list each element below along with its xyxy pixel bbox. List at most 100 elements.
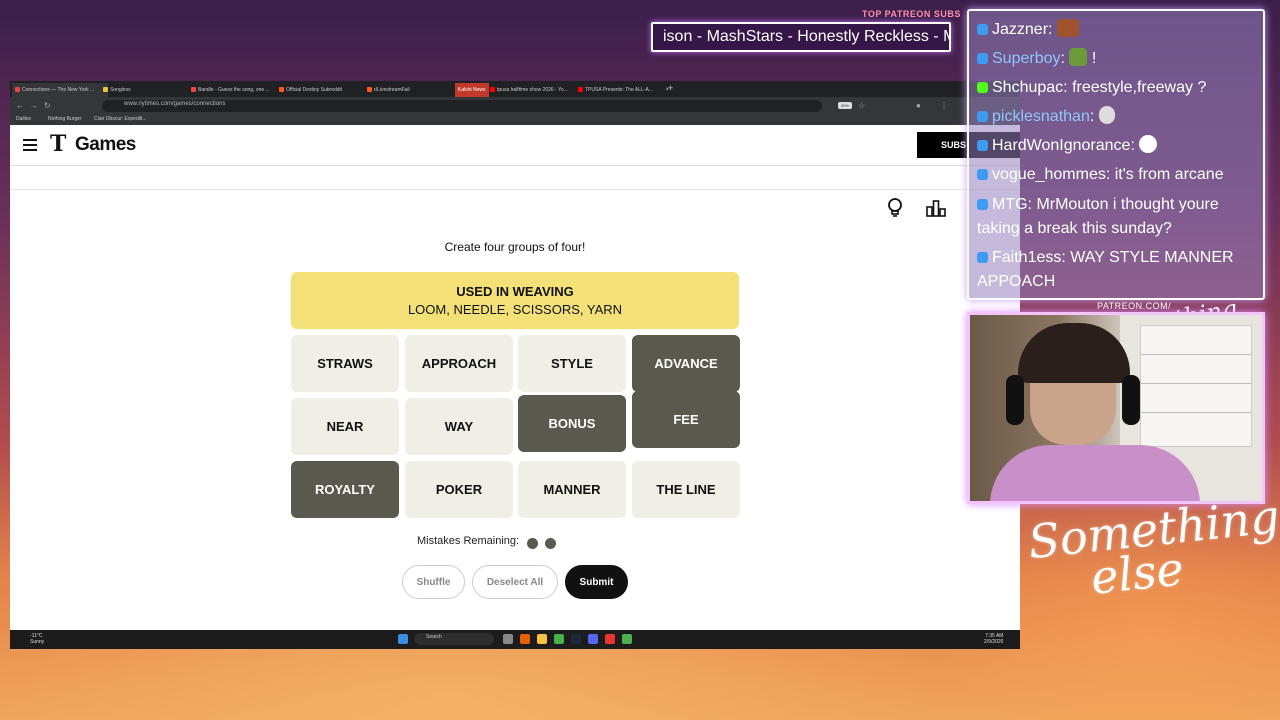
word-card-the-line[interactable]: THE LINE bbox=[632, 461, 740, 518]
twitch-badge-icon bbox=[977, 252, 988, 263]
tab-favicon bbox=[191, 87, 196, 92]
reload-icon[interactable]: ↻ bbox=[44, 101, 51, 110]
app-icon[interactable] bbox=[554, 634, 564, 644]
twitch-badge-icon bbox=[977, 24, 988, 35]
mistake-dot bbox=[527, 538, 538, 549]
chat-username: picklesnathan bbox=[992, 108, 1090, 125]
headphone-right bbox=[1122, 375, 1140, 425]
tab-favicon bbox=[279, 87, 284, 92]
word-card-approach[interactable]: APPROACH bbox=[405, 335, 513, 392]
chat-message-cont: taking a break this sunday? bbox=[977, 220, 1172, 237]
twitch-badge-icon bbox=[977, 111, 988, 122]
tab-label: tpusa halftime show 2026 - Yo... bbox=[497, 87, 568, 93]
stats-icon[interactable] bbox=[926, 199, 946, 217]
chat-username: Jazzner bbox=[992, 21, 1049, 38]
word-card-near[interactable]: NEAR bbox=[291, 398, 399, 455]
bookmark-nothing-burger[interactable]: Nothing Burger bbox=[48, 116, 82, 122]
chat-username: Superboy bbox=[992, 50, 1061, 67]
tab-livestreamfail[interactable]: r/LivestreamFail× bbox=[364, 83, 460, 97]
twitch-badge-icon bbox=[977, 53, 988, 64]
task-view-icon[interactable] bbox=[503, 634, 513, 644]
chat-username: Shchupac bbox=[992, 79, 1064, 96]
tab-songless[interactable]: Songless× bbox=[100, 83, 196, 97]
forward-icon[interactable]: → bbox=[30, 101, 38, 110]
twitch-badge-icon bbox=[977, 169, 988, 180]
streamer-body bbox=[990, 445, 1200, 501]
word-card-way[interactable]: WAY bbox=[405, 398, 513, 455]
word-card-straws[interactable]: STRAWS bbox=[291, 335, 399, 392]
app-icon[interactable] bbox=[605, 634, 615, 644]
chat-message: MTG: MrMouton i thought youre bbox=[977, 193, 1219, 217]
firefox-icon[interactable] bbox=[520, 634, 530, 644]
ticker-text: ison - MashStars - Honestly Reckless - M… bbox=[663, 28, 951, 45]
stream-chat-overlay: Jazzner: Superboy: ! Shchupac: freestyle… bbox=[967, 9, 1265, 300]
word-card-bonus[interactable]: BONUS bbox=[518, 395, 626, 452]
game-prompt: Create four groups of four! bbox=[444, 240, 586, 254]
deselect-all-button[interactable]: Deselect All bbox=[472, 565, 558, 599]
word-card-manner[interactable]: MANNER bbox=[518, 461, 626, 518]
chat-message: Faith1ess: WAY STYLE MANNER bbox=[977, 246, 1234, 270]
emote-icon bbox=[1139, 135, 1158, 153]
tab-label: Kalshi News bbox=[458, 87, 486, 93]
address-bar-row: ← → ↻ www.nytimes.com/games/connections … bbox=[10, 97, 1020, 115]
submit-button[interactable]: Submit bbox=[565, 565, 628, 599]
star-icon[interactable]: ☆ bbox=[858, 101, 865, 110]
webcam-dresser bbox=[1140, 325, 1252, 447]
patreon-subs-label: TOP PATREON SUBS bbox=[862, 9, 961, 19]
hint-bulb-icon[interactable] bbox=[887, 198, 903, 218]
tab-label: r/LivestreamFail bbox=[374, 87, 410, 93]
mistake-dot bbox=[545, 538, 556, 549]
hamburger-menu-icon[interactable] bbox=[23, 139, 37, 151]
tab-tpusa-presents[interactable]: TPUSA Presents: The ALL-A... × bbox=[575, 83, 671, 97]
games-logo-text[interactable]: Games bbox=[75, 134, 136, 156]
bookmark-clair-obscur[interactable]: Clair Obscur: Expediti... bbox=[94, 116, 147, 122]
solved-group-yellow: USED IN WEAVING LOOM, NEEDLE, SCISSORS, … bbox=[291, 272, 739, 329]
subheader-strip bbox=[10, 166, 1020, 190]
mistakes-label: Mistakes Remaining: bbox=[417, 535, 520, 547]
url-field[interactable]: www.nytimes.com/games/connections bbox=[102, 100, 822, 112]
file-explorer-icon[interactable] bbox=[537, 634, 547, 644]
extension-icon[interactable]: ● bbox=[916, 101, 921, 110]
chat-message: picklesnathan: bbox=[977, 105, 1115, 129]
zoom-badge[interactable]: 90% bbox=[838, 102, 852, 109]
tab-favicon bbox=[103, 87, 108, 92]
tab-kalshi[interactable]: Kalshi News bbox=[455, 83, 489, 97]
bookmark-dailies[interactable]: Dailies bbox=[16, 116, 31, 122]
taskbar-search[interactable]: Search bbox=[414, 633, 494, 645]
windows-taskbar: -11°C Sunny Search 7:35 AM 2/9/2026 bbox=[10, 630, 1020, 649]
tab-tpusa-halftime[interactable]: tpusa halftime show 2026 - Yo...× bbox=[487, 83, 583, 97]
tab-favicon bbox=[578, 87, 583, 92]
chat-text: WAY STYLE MANNER bbox=[1070, 249, 1234, 266]
word-card-fee[interactable]: FEE bbox=[632, 391, 740, 448]
word-card-style[interactable]: STYLE bbox=[518, 335, 626, 392]
kick-badge-icon bbox=[977, 82, 988, 93]
weather-widget[interactable]: -11°C Sunny bbox=[30, 633, 44, 645]
taskbar-clock[interactable]: 7:35 AM 2/9/2026 bbox=[984, 633, 1003, 645]
nyt-games-header: T Games SUBS bbox=[10, 125, 1020, 166]
new-tab-icon[interactable]: + bbox=[668, 83, 673, 93]
word-card-royalty[interactable]: ROYALTY bbox=[291, 461, 399, 518]
shuffle-button[interactable]: Shuffle bbox=[402, 565, 465, 599]
back-icon[interactable]: ← bbox=[16, 101, 24, 110]
nyt-logo[interactable]: T bbox=[50, 131, 66, 157]
tab-label: Connections — The New York ... bbox=[22, 87, 95, 93]
emote-icon bbox=[1056, 19, 1079, 37]
tab-destiny-subreddit[interactable]: Official Destiny Subreddit× bbox=[276, 83, 372, 97]
windows-start-icon[interactable] bbox=[398, 634, 408, 644]
tab-label: TPUSA Presents: The ALL-A... bbox=[585, 87, 653, 93]
menu-dots-icon[interactable]: ⋮ bbox=[940, 101, 948, 110]
word-card-advance[interactable]: ADVANCE bbox=[632, 335, 740, 392]
chrome-icon[interactable] bbox=[622, 634, 632, 644]
taskbar-search-label: Search bbox=[426, 634, 442, 640]
tab-label: Bandle - Guess the song, one ... bbox=[198, 87, 270, 93]
tab-connections[interactable]: Connections — The New York ...× bbox=[12, 83, 108, 97]
chat-username: vogue_hommes bbox=[992, 166, 1106, 183]
tab-bandle[interactable]: Bandle - Guess the song, one ...× bbox=[188, 83, 284, 97]
tab-favicon bbox=[15, 87, 20, 92]
discord-icon[interactable] bbox=[588, 634, 598, 644]
bookmarks-bar: Dailies Nothing Burger Clair Obscur: Exp… bbox=[10, 115, 1020, 125]
patreon-ticker: ison - MashStars - Honestly Reckless - M… bbox=[651, 22, 951, 52]
browser-window: Connections — The New York ...× Songless… bbox=[10, 81, 1020, 649]
steam-icon[interactable] bbox=[571, 634, 581, 644]
word-card-poker[interactable]: POKER bbox=[405, 461, 513, 518]
